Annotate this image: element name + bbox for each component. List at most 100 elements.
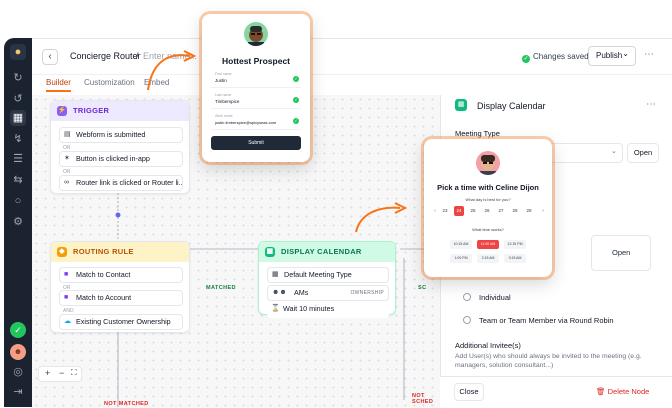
chevron-down-icon: ⌄: [611, 148, 617, 155]
tab-embed[interactable]: Embed: [144, 78, 169, 87]
avatars-icon: ☻☻: [272, 289, 287, 296]
tab-builder[interactable]: Builder: [46, 78, 71, 92]
chat-icon[interactable]: ○: [10, 193, 26, 209]
routing-rule-node[interactable]: ◆ ROUTING RULE ■ Match to Contact OR ■ Mat…: [50, 241, 190, 333]
field-value: Timberspice: [215, 99, 240, 104]
rule-row-contact[interactable]: ■ Match to Contact: [59, 267, 183, 283]
next-week-icon[interactable]: ›: [538, 206, 548, 216]
trigger-node[interactable]: ⚡ TRIGGER ▤ Webform is submitted OR ✶ Butt…: [50, 100, 190, 194]
first-name-field[interactable]: First name Justin ✓: [211, 72, 301, 88]
time-slot[interactable]: 2:15 AM: [477, 254, 499, 263]
publish-button[interactable]: Publish ⌄: [588, 46, 636, 66]
prospect-form-title: Hottest Prospect: [221, 56, 290, 66]
day-option[interactable]: 26: [482, 206, 492, 216]
zoom-in-button[interactable]: +: [45, 368, 50, 378]
time-slot[interactable]: 10:15 AM: [450, 240, 472, 249]
delete-node-button[interactable]: 🗑 Delete Node: [596, 387, 649, 396]
fit-view-button[interactable]: ⛶: [71, 368, 77, 378]
calendar-small-icon: ▦: [272, 271, 279, 278]
form-icon: ▤: [64, 131, 71, 138]
delete-node-label: Delete Node: [607, 387, 650, 396]
field-label: First name: [215, 72, 232, 76]
check-icon: ✓: [522, 55, 530, 63]
left-rail: ● ↻ ↺ ▦ ↯ ☰ ⇆ ○ ⚙ ✓ ☻ ◎ ⇥: [4, 38, 32, 407]
publish-label: Publish: [596, 51, 623, 60]
rule-row-text: Existing Customer Ownership: [76, 317, 171, 326]
radio-circle: [463, 316, 471, 324]
submit-button[interactable]: Submit: [211, 136, 301, 150]
prev-week-icon[interactable]: ‹: [430, 206, 440, 216]
open-meeting-type-button[interactable]: Open: [627, 143, 659, 163]
time-slot-selected[interactable]: 11:00 AM: [477, 240, 499, 249]
day-option[interactable]: 23: [440, 206, 450, 216]
check-icon: ✓: [293, 118, 299, 124]
time-slot[interactable]: 3:15 AM: [504, 254, 526, 263]
calendar-popup-title: Pick a time with Celine Dijon: [437, 183, 539, 192]
contact-icon: ■: [64, 271, 69, 278]
day-option[interactable]: 27: [496, 206, 506, 216]
logout-icon[interactable]: ⇥: [10, 384, 26, 400]
day-option[interactable]: 29: [524, 206, 534, 216]
close-button[interactable]: Close: [454, 383, 484, 401]
day-option-selected[interactable]: 24: [454, 206, 464, 216]
trigger-header: ⚡ TRIGGER: [51, 101, 189, 121]
prospect-avatar: [244, 22, 268, 46]
display-calendar-header: ▦ DISPLAY CALENDAR: [259, 242, 395, 262]
work-email-field[interactable]: Work email justin.timberspice@spicyseas.c…: [211, 114, 301, 130]
check-icon: ✓: [293, 76, 299, 82]
swap-icon[interactable]: ⇆: [10, 172, 26, 188]
calendar-icon: ▦: [455, 99, 467, 111]
user-avatar-icon[interactable]: ☻: [10, 344, 26, 360]
router-name[interactable]: Concierge Router: [70, 51, 141, 61]
calendar-row-meeting-type[interactable]: ▦ Default Meeting Type: [267, 267, 389, 283]
panel-title: Display Calendar: [477, 101, 546, 111]
refresh-alt-icon[interactable]: ↺: [10, 91, 26, 107]
day-option[interactable]: 25: [468, 206, 478, 216]
rule-icon: ◆: [57, 247, 67, 257]
field-label: Work email: [215, 114, 233, 118]
zoom-out-button[interactable]: −: [59, 368, 64, 378]
save-status: ✓ Changes saved: [522, 52, 589, 63]
trigger-row-text: Webform is submitted: [76, 130, 146, 139]
save-status-text: Changes saved: [533, 52, 589, 61]
calendar-row-ams[interactable]: ☻☻ AMs OWNERSHIP: [267, 285, 389, 301]
day-option[interactable]: 28: [510, 206, 520, 216]
tab-customization[interactable]: Customization: [84, 78, 135, 87]
calendar-row-wait[interactable]: ⌛ Wait 10 minutes: [267, 302, 389, 318]
check-icon: ✓: [293, 97, 299, 103]
trigger-row-button[interactable]: ✶ Button is clicked in-app: [59, 151, 183, 167]
radio-label: Individual: [479, 293, 511, 302]
name-input[interactable]: Enter name...: [143, 51, 197, 61]
lightning-icon: ⚡: [57, 106, 67, 116]
settings-icon[interactable]: ⚙: [10, 214, 26, 230]
rule-row-ownership[interactable]: ☁ Existing Customer Ownership: [59, 314, 183, 330]
hourglass-icon: ⌛: [271, 305, 280, 312]
refresh-icon[interactable]: ↻: [10, 70, 26, 86]
time-slot[interactable]: 1:00 PM: [450, 254, 472, 263]
trigger-row-link[interactable]: ∞ Router link is clicked or Router li...: [59, 175, 183, 191]
router-icon[interactable]: ▦: [10, 110, 26, 126]
top-bar: ‹ Concierge Router / Enter name... ✓ Chan…: [32, 39, 672, 75]
more-options-icon[interactable]: ⋯: [644, 49, 654, 60]
last-name-field[interactable]: Last name Timberspice ✓: [211, 93, 301, 109]
radio-individual[interactable]: Individual: [463, 293, 511, 302]
display-calendar-node[interactable]: ▦ DISPLAY CALENDAR ▦ Default Meeting Type…: [258, 241, 396, 318]
calendar-booking-popup: Pick a time with Celine Dijon What day i…: [424, 139, 552, 277]
flow-icon[interactable]: ↯: [10, 131, 26, 147]
hottest-prospect-form: Hottest Prospect First name Justin ✓ Last …: [202, 14, 310, 162]
logo-icon[interactable]: ●: [10, 44, 26, 60]
status-icon[interactable]: ✓: [10, 322, 26, 338]
help-icon[interactable]: ◎: [10, 364, 26, 380]
cloud-icon: ☁: [64, 318, 71, 325]
radio-round-robin[interactable]: Team or Team Member via Round Robin: [463, 316, 614, 325]
field-value: justin.timberspice@spicyseas.com: [215, 120, 277, 125]
not-scheduled-edge-label: NOT SCHED: [412, 393, 434, 405]
open-box[interactable]: Open: [591, 235, 651, 271]
time-slot[interactable]: 12:15 PM: [504, 240, 526, 249]
rule-row-account[interactable]: ■ Match to Account: [59, 290, 183, 306]
more-options-icon[interactable]: ⋯: [646, 99, 656, 110]
trigger-row-webform[interactable]: ▤ Webform is submitted: [59, 127, 183, 143]
open-button-label: Open: [612, 248, 631, 257]
stack-icon[interactable]: ☰: [10, 151, 26, 167]
back-button[interactable]: ‹: [42, 49, 58, 65]
